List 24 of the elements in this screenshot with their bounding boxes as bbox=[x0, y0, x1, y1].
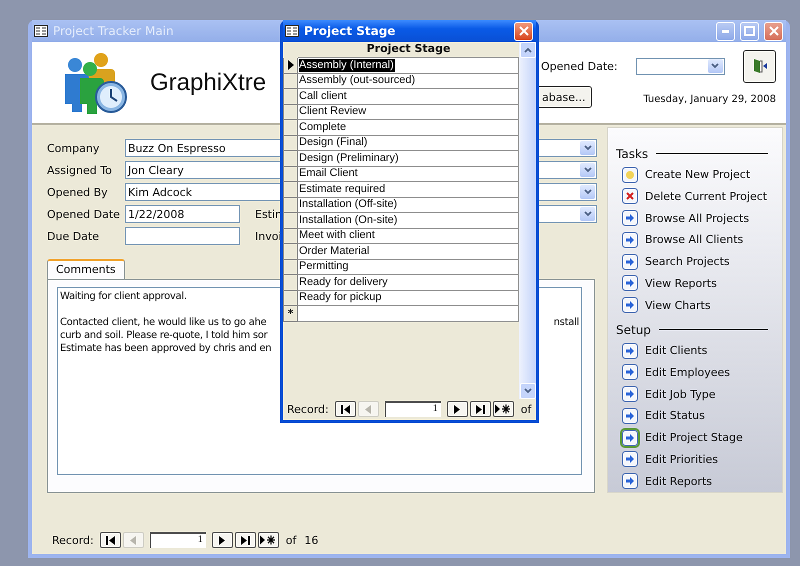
window-title: Project Stage bbox=[304, 24, 396, 38]
comment-text: Waiting for client approval. bbox=[60, 290, 187, 303]
field-label: Due Date bbox=[47, 230, 100, 242]
record-count: 16 bbox=[304, 534, 318, 546]
record-label: Record: bbox=[52, 534, 94, 546]
section-title: Tasks bbox=[616, 146, 648, 161]
window-title: Project Tracker Main bbox=[53, 24, 174, 38]
record-label: Record: bbox=[287, 402, 329, 416]
field-label: Opened Date bbox=[47, 208, 121, 220]
field-label: Assigned To bbox=[47, 164, 113, 176]
field-label: Company bbox=[47, 142, 100, 154]
comment-text: curb and soil. Please re-quote, I told him sor bbox=[60, 329, 268, 342]
column-header: Project Stage bbox=[298, 42, 519, 58]
current-date: Tuesday, January 29, 2008 bbox=[643, 94, 776, 104]
record-of-label: of bbox=[520, 402, 532, 416]
section-title: Setup bbox=[616, 322, 651, 337]
comment-text: Contacted client, he would like us to go ahe bbox=[60, 316, 266, 329]
opened-date-label: Opened Date: bbox=[541, 60, 618, 72]
record-of-label: of bbox=[286, 534, 296, 546]
app-title: GraphiXtre bbox=[150, 68, 266, 96]
field-label: Opened By bbox=[47, 186, 109, 198]
new-row-marker: * bbox=[283, 306, 298, 322]
comment-text: Estimate has been approved by chris and en bbox=[60, 342, 272, 355]
comment-text: nstall bbox=[554, 316, 579, 329]
